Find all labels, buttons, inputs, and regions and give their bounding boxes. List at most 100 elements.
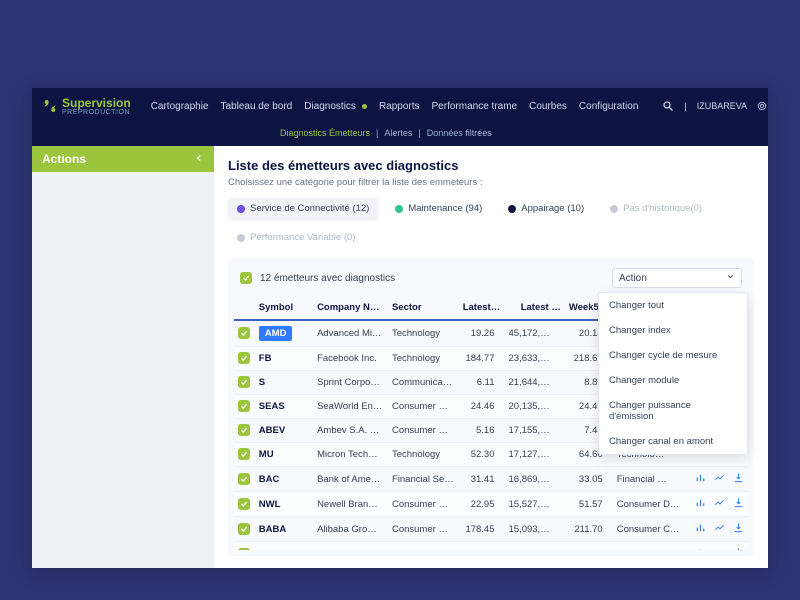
nav-performance-trame[interactable]: Performance trame [432,101,518,112]
bar-chart-icon[interactable] [695,497,706,511]
crumb-sep: | [376,128,378,138]
select-all-checkbox[interactable] [240,272,252,284]
primary-nav: Cartographie Tableau de bord Diagnostics… [151,101,639,112]
latest-price-cell: 184.77 [459,347,505,371]
row-checkbox[interactable] [238,400,250,412]
symbol-cell: BAC [259,474,280,485]
filter-chip[interactable]: Maintenance (94) [386,198,491,219]
nav-cartographie[interactable]: Cartographie [151,101,209,112]
action-dropdown-trigger[interactable]: Action [612,268,742,288]
column-header[interactable]: Latest … [505,296,565,320]
nav-rapports[interactable]: Rapports [379,101,420,112]
table-row[interactable]: RADRite Aid Corp…Consumer D…1.6513,674,4… [234,542,748,551]
symbol-cell: NWL [259,499,281,510]
download-icon[interactable] [733,522,744,536]
row-checkbox[interactable] [238,376,250,388]
row-checkbox[interactable] [238,327,250,339]
crumb-alertes[interactable]: Alertes [384,128,412,138]
table-row[interactable]: BACBank of Ame…Financial Ser…31.4116,869… [234,467,748,492]
nav-tableau-de-bord[interactable]: Tableau de bord [221,101,293,112]
bar-chart-icon[interactable] [695,547,706,550]
download-icon[interactable] [733,547,744,550]
week52-cell: 51.57 [565,492,613,517]
chevron-left-icon [194,152,204,166]
download-icon[interactable] [733,472,744,486]
filter-color-dot-icon [508,205,516,213]
latest-volume-cell: 21,644,7… [505,371,565,395]
line-chart-icon[interactable] [714,472,725,486]
action-menu-item[interactable]: Changer tout [599,293,747,318]
action-menu-item[interactable]: Changer canal en amont [599,429,747,454]
action-menu-item[interactable]: Changer cycle de mesure [599,343,747,368]
filter-chip: Performance Variable (0) [228,227,364,248]
divider: | [684,101,686,111]
sector2-cell: Consumer D… [613,492,686,517]
row-checkbox[interactable] [238,424,250,436]
filter-chip-label: Service de Connectivité (12) [250,203,369,214]
column-header[interactable]: Company N… [313,296,388,320]
bar-chart-icon[interactable] [695,472,706,486]
latest-price-cell: 31.41 [459,467,505,492]
row-checkbox[interactable] [238,523,250,535]
user-name[interactable]: IZUBAREVA [697,101,747,111]
line-chart-icon[interactable] [714,522,725,536]
line-chart-icon[interactable] [714,547,725,550]
brand-logo-icon [42,98,58,114]
symbol-cell: AMD [259,326,293,341]
row-checkbox[interactable] [238,473,250,485]
latest-volume-cell: 17,127,3… [505,443,565,467]
filter-color-dot-icon [237,205,245,213]
company-cell: Ambev S.A. … [313,419,388,443]
row-checkbox[interactable] [238,498,250,510]
company-cell: Sprint Corpo… [313,371,388,395]
latest-volume-cell: 17,155,3… [505,419,565,443]
download-icon[interactable] [733,497,744,511]
row-checkbox[interactable] [238,548,250,551]
top-navbar: Supervision PRÉPRODUCTION Cartographie T… [32,88,768,124]
filter-chip[interactable]: Appairage (10) [499,198,593,219]
crumb-diagnostics-emetteurs[interactable]: Diagnostics Émetteurs [280,128,370,138]
action-menu-item[interactable]: Changer module [599,368,747,393]
sector-cell: Consumer D… [388,419,459,443]
nav-configuration[interactable]: Configuration [579,101,638,112]
brand[interactable]: Supervision PRÉPRODUCTION [42,97,131,116]
user-badge-icon [757,101,767,111]
nav-active-dot-icon [362,104,367,109]
sector-cell: Technology [388,443,459,467]
column-header[interactable]: Sector [388,296,459,320]
line-chart-icon[interactable] [714,497,725,511]
action-menu-item[interactable]: Changer puissance d'émission [599,393,747,429]
sidebar-actions-header[interactable]: Actions [32,146,214,172]
nav-diagnostics[interactable]: Diagnostics [304,101,356,112]
latest-volume-cell: 13,674,4… [505,542,565,551]
company-cell: Newell Bran… [313,492,388,517]
company-cell: SeaWorld En… [313,395,388,419]
bar-chart-icon[interactable] [695,522,706,536]
search-icon[interactable] [662,100,674,112]
crumb-donnees-filtrees[interactable]: Données filtrées [427,128,492,138]
latest-price-cell: 19.26 [459,320,505,347]
page-title: Liste des émetteurs avec diagnostics [228,158,754,173]
sector2-cell: Financial … [613,467,686,492]
filter-color-dot-icon [610,205,618,213]
column-header[interactable]: Latest … [459,296,505,320]
table-row[interactable]: NWLNewell Bran…Consumer D…22.9515,527,5…… [234,492,748,517]
row-checkbox[interactable] [238,352,250,364]
nav-courbes[interactable]: Courbes [529,101,567,112]
latest-volume-cell: 16,869,5… [505,467,565,492]
filter-chip-label: Maintenance (94) [408,203,482,214]
company-cell: Advanced Mi… [313,320,388,347]
column-header[interactable]: Symbol [255,296,313,320]
week52-cell: 211.70 [565,517,613,542]
table-row[interactable]: BABAAlibaba Gro…Consumer C…178.4515,093,… [234,517,748,542]
sector-cell: Consumer D… [388,492,459,517]
week52-cell: 33.05 [565,467,613,492]
filter-chip[interactable]: Service de Connectivité (12) [228,198,378,219]
latest-price-cell: 5.16 [459,419,505,443]
symbol-cell: FB [259,353,272,364]
app-window: Supervision PRÉPRODUCTION Cartographie T… [32,88,768,568]
row-checkbox[interactable] [238,448,250,460]
latest-volume-cell: 23,633,6… [505,347,565,371]
action-menu-item[interactable]: Changer index [599,318,747,343]
company-cell: Facebook Inc. [313,347,388,371]
